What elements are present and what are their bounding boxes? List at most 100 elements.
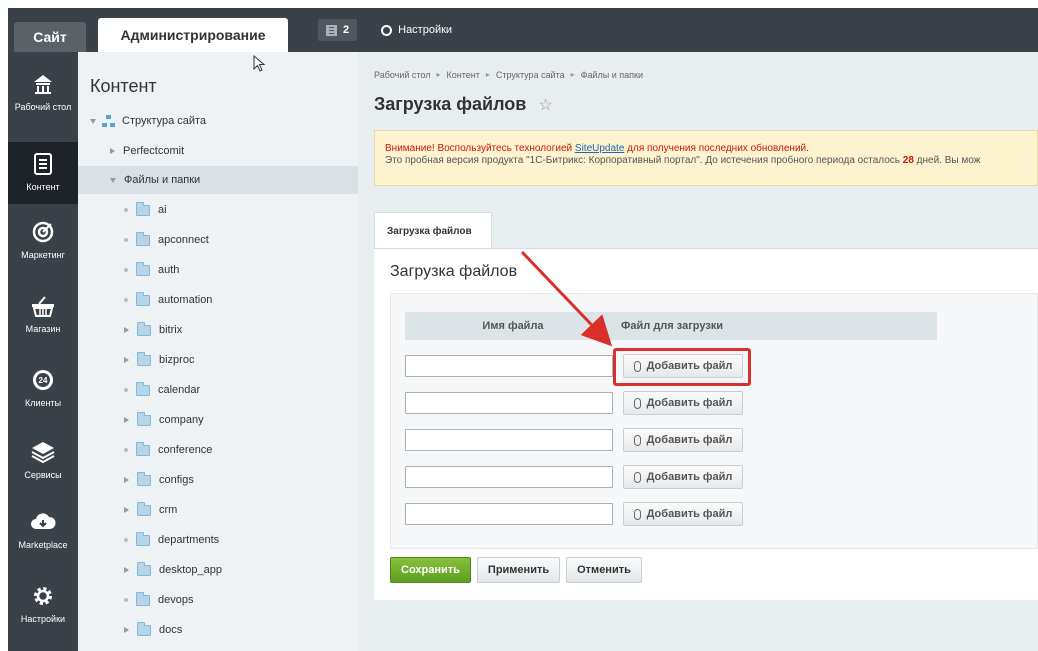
chevron-right-icon: ▸ [570,70,575,79]
tree-item-label: Perfectcomit [123,145,185,157]
tree-item-folder[interactable]: devops [78,586,358,614]
tree-item-label: docs [159,624,183,636]
siteupdate-link[interactable]: SiteUpdate [575,143,624,154]
tree-item-folder[interactable]: bitrix [78,316,358,344]
card-title: Загрузка файлов [390,263,518,280]
tree-item-folder[interactable]: apconnect [78,226,358,254]
trial-warning: Внимание! Воспользуйтесь технологией Sit… [374,130,1038,186]
file-row: Добавить файл [405,465,755,489]
expand-icon[interactable] [124,327,129,333]
tree-item-folder[interactable]: automation [78,286,358,314]
add-file-label: Добавить файл [646,397,733,409]
nav-marketplace[interactable]: Marketplace [8,508,78,558]
paperclip-icon [633,471,641,483]
cancel-button[interactable]: Отменить [566,557,642,583]
add-file-button[interactable]: Добавить файл [623,428,743,452]
bullet-icon [124,388,128,392]
tree-item-site-structure[interactable]: Структура сайта [78,107,358,135]
top-bar: Сайт Администрирование 2 Настройки [8,8,1038,52]
breadcrumb-item[interactable]: Контент [447,70,480,80]
star-icon[interactable]: ☆ [538,95,552,115]
folder-icon [137,501,151,516]
bullet-icon [124,298,128,302]
breadcrumb-item[interactable]: Рабочий стол [374,70,431,80]
chevron-right-icon: ▸ [485,70,490,79]
expand-icon[interactable] [124,357,129,363]
tree-item-folder[interactable]: conference [78,436,358,464]
paperclip-icon [633,397,641,409]
nav-shop-label: Магазин [25,324,61,334]
nav-services[interactable]: Сервисы [8,438,78,488]
expand-icon[interactable] [124,627,129,633]
collapse-icon[interactable] [110,177,116,183]
file-name-input[interactable] [405,466,613,488]
nav-shop[interactable]: Магазин [8,292,78,342]
add-file-label: Добавить файл [646,434,733,446]
expand-icon[interactable] [110,148,115,154]
tree-item-label: configs [159,474,194,486]
folder-icon [136,201,150,216]
file-name-input[interactable] [405,392,613,414]
tree-item-perfectcomit[interactable]: Perfectcomit [78,137,358,165]
tree-item-folder[interactable]: desktop_app [78,556,358,584]
col-file-name: Имя файла [482,320,544,332]
tree-item-label: crm [159,504,178,516]
warning-text: для получения последних обновлений. [624,143,809,154]
col-file-upload: Файл для загрузки [621,320,724,332]
expand-icon[interactable] [124,417,129,423]
expand-icon[interactable] [124,507,129,513]
breadcrumb: Рабочий стол ▸ Контент ▸ Структура сайта… [374,70,643,80]
nav-marketing[interactable]: Маркетинг [8,218,78,268]
breadcrumb-item[interactable]: Структура сайта [496,70,565,80]
tree-item-label: bizproc [159,354,195,366]
tree-item-folder[interactable]: auth [78,256,358,284]
tree-item-label: calendar [158,384,201,396]
folder-icon [137,411,151,426]
tree-item-label: automation [158,294,213,306]
basket-icon [29,292,57,320]
tree-item-folder[interactable]: company [78,406,358,434]
add-file-button[interactable]: Добавить файл [623,391,743,415]
upload-card: Загрузка файлов Имя файла Файл для загру… [374,248,1038,600]
tree-item-folder[interactable]: calendar [78,376,358,404]
folder-icon [137,621,151,636]
clients-24-icon: 24 [29,366,57,394]
expand-icon[interactable] [124,567,129,573]
chevron-right-icon: ▸ [436,70,441,79]
nav-settings[interactable]: Настройки [8,582,78,632]
file-name-input[interactable] [405,355,613,377]
tab-administration[interactable]: Администрирование [98,18,288,52]
file-name-input[interactable] [405,503,613,525]
nav-clients[interactable]: 24 Клиенты [8,366,78,416]
document-icon [29,150,57,178]
cloud-download-icon [29,508,57,536]
tree-item-files-folders[interactable]: Файлы и папки [78,166,358,194]
tree-item-folder[interactable]: configs [78,466,358,494]
apply-button[interactable]: Применить [476,557,561,583]
tree-item-folder[interactable]: docs [78,616,358,644]
add-file-button[interactable]: Добавить файл [623,465,743,489]
add-file-button[interactable]: Добавить файл [623,502,743,526]
warning-text: Внимание! Воспользуйтесь технологией [385,143,575,154]
tree-item-folder[interactable]: ai [78,196,358,224]
warning-text: Это пробная версия продукта "1С-Битрикс:… [385,155,903,166]
tree-item-folder[interactable]: crm [78,496,358,524]
tab-site[interactable]: Сайт [14,22,86,52]
tree-item-folder[interactable]: bizproc [78,346,358,374]
file-name-input[interactable] [405,429,613,451]
tree-item-label: ai [158,204,167,216]
tree-item-folder[interactable]: departments [78,526,358,554]
nav-content[interactable]: Контент [8,142,78,204]
settings-link[interactable]: Настройки [381,24,452,36]
breadcrumb-item[interactable]: Файлы и папки [581,70,643,80]
sitemap-icon [102,115,116,127]
nav-desktop[interactable]: Рабочий стол [8,70,78,130]
folder-icon [137,561,151,576]
collapse-icon[interactable] [90,118,96,124]
tab-upload-files[interactable]: Загрузка файлов [374,212,492,249]
save-button[interactable]: Сохранить [390,557,471,583]
expand-icon[interactable] [124,477,129,483]
notifications-button[interactable]: 2 [318,19,358,41]
notifications-icon [326,24,337,36]
tree-item-label: Файлы и папки [124,174,201,186]
